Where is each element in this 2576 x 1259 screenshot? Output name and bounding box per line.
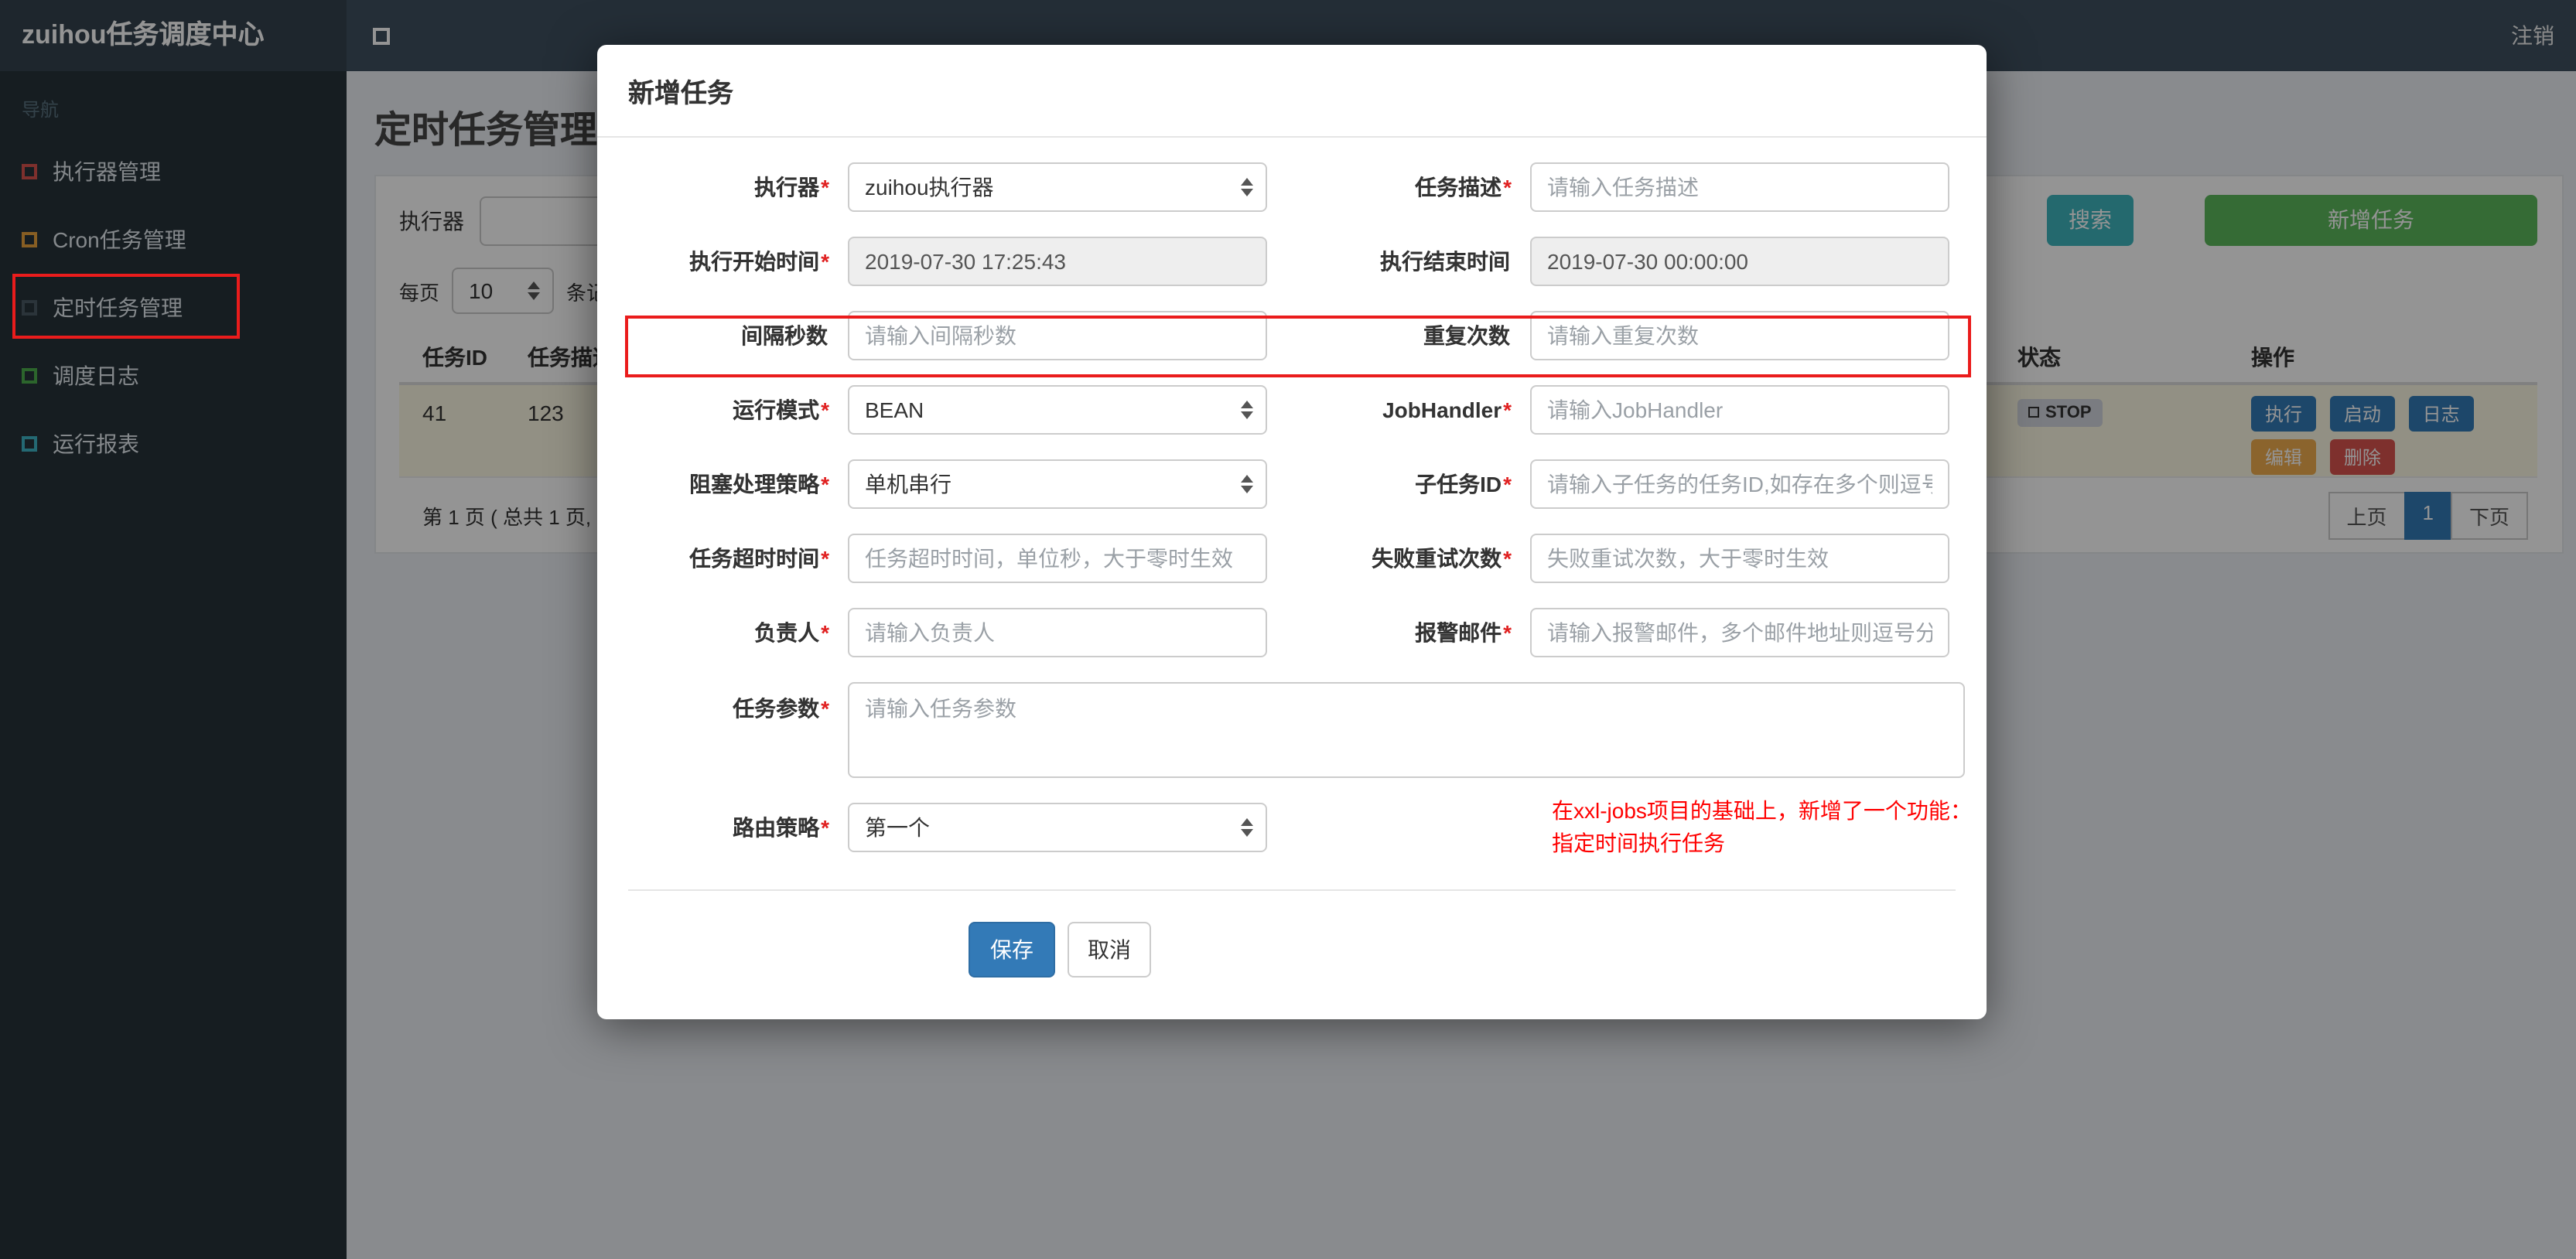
interval-seconds-label: 间隔秒数 bbox=[741, 323, 828, 348]
select-caret-icon bbox=[1241, 818, 1253, 837]
modal-footer-divider bbox=[628, 889, 1956, 891]
timeout-label: 任务超时时间 * bbox=[689, 546, 829, 571]
retry-count-input[interactable] bbox=[1530, 534, 1949, 583]
route-strategy-label: 路由策略 * bbox=[733, 815, 829, 840]
end-time-label: 执行结束时间 bbox=[1380, 249, 1510, 274]
child-job-id-input[interactable] bbox=[1530, 459, 1949, 509]
interval-seconds-input[interactable] bbox=[848, 311, 1267, 360]
form-row: 间隔秒数 重复次数 bbox=[597, 311, 1987, 360]
modal-title: 新增任务 bbox=[628, 79, 733, 108]
jobhandler-input[interactable] bbox=[1530, 385, 1949, 435]
run-mode-select[interactable]: BEAN bbox=[848, 385, 1267, 435]
start-time-input[interactable] bbox=[848, 237, 1267, 286]
form-row: 负责人* 报警邮件* bbox=[597, 608, 1987, 657]
job-desc-input[interactable] bbox=[1530, 162, 1949, 212]
timeout-input[interactable] bbox=[848, 534, 1267, 583]
run-mode-label: 运行模式 * bbox=[733, 397, 829, 422]
form-row: 任务超时时间* 失败重试次数* bbox=[597, 534, 1987, 583]
retry-count-label: 失败重试次数 * bbox=[1372, 546, 1512, 571]
form-row: 运行模式 * BEAN JobHandler * bbox=[597, 385, 1987, 435]
feature-note: 在xxl-jobs项目的基础上，新增了一个功能： 指定时间执行任务 bbox=[1552, 798, 1972, 855]
block-strategy-label: 阻塞处理策略 * bbox=[689, 472, 829, 496]
form-row: 执行开始时间* 执行结束时间 bbox=[597, 237, 1987, 286]
route-strategy-select[interactable]: 第一个 bbox=[848, 803, 1267, 852]
select-caret-icon bbox=[1241, 401, 1253, 419]
modal-body: 执行器* zuihou执行器 任务描述* 执行开始时间* 执行结束时间 间隔秒数 bbox=[597, 138, 1987, 978]
repeat-count-label: 重复次数 bbox=[1423, 323, 1510, 348]
job-params-textarea[interactable] bbox=[848, 682, 1965, 778]
alarm-email-label: 报警邮件 * bbox=[1415, 620, 1512, 645]
add-task-modal: 新增任务 执行器* zuihou执行器 任务描述* 执行开始时间* 执行结束时间 bbox=[597, 45, 1987, 1019]
executor-select[interactable]: zuihou执行器 bbox=[848, 162, 1267, 212]
app-root: zuihou任务调度中心 注销 导航 执行器管理 Cron任务管理 定时任务管理… bbox=[0, 0, 2576, 1259]
end-time-input[interactable] bbox=[1530, 237, 1949, 286]
block-strategy-select[interactable]: 单机串行 bbox=[848, 459, 1267, 509]
save-button[interactable]: 保存 bbox=[969, 922, 1055, 978]
form-row: 执行器 * zuihou执行器 任务描述 * bbox=[597, 162, 1987, 212]
child-job-id-label: 子任务ID * bbox=[1415, 472, 1512, 496]
form-row: 路由策略 * 第一个 在xxl-jobs项目的基础上，新增了一个功能： 指定时间执… bbox=[597, 798, 1987, 855]
job-desc-label: 任务描述 * bbox=[1415, 175, 1512, 200]
select-caret-icon bbox=[1241, 178, 1253, 196]
alarm-email-input[interactable] bbox=[1530, 608, 1949, 657]
executor-label: 执行器 * bbox=[754, 175, 829, 200]
select-caret-icon bbox=[1241, 475, 1253, 493]
start-time-label: 执行开始时间 * bbox=[689, 249, 829, 274]
repeat-count-input[interactable] bbox=[1530, 311, 1949, 360]
jobhandler-label: JobHandler * bbox=[1382, 397, 1512, 422]
form-row: 任务参数 * bbox=[597, 682, 1987, 778]
modal-footer: 保存 取消 bbox=[597, 922, 1987, 978]
owner-input[interactable] bbox=[848, 608, 1267, 657]
job-params-label: 任务参数 * bbox=[733, 696, 829, 721]
cancel-button[interactable]: 取消 bbox=[1068, 922, 1151, 978]
owner-label: 负责人 * bbox=[754, 620, 829, 645]
form-row: 阻塞处理策略 * 单机串行 子任务ID * bbox=[597, 459, 1987, 509]
modal-header: 新增任务 bbox=[597, 45, 1987, 138]
